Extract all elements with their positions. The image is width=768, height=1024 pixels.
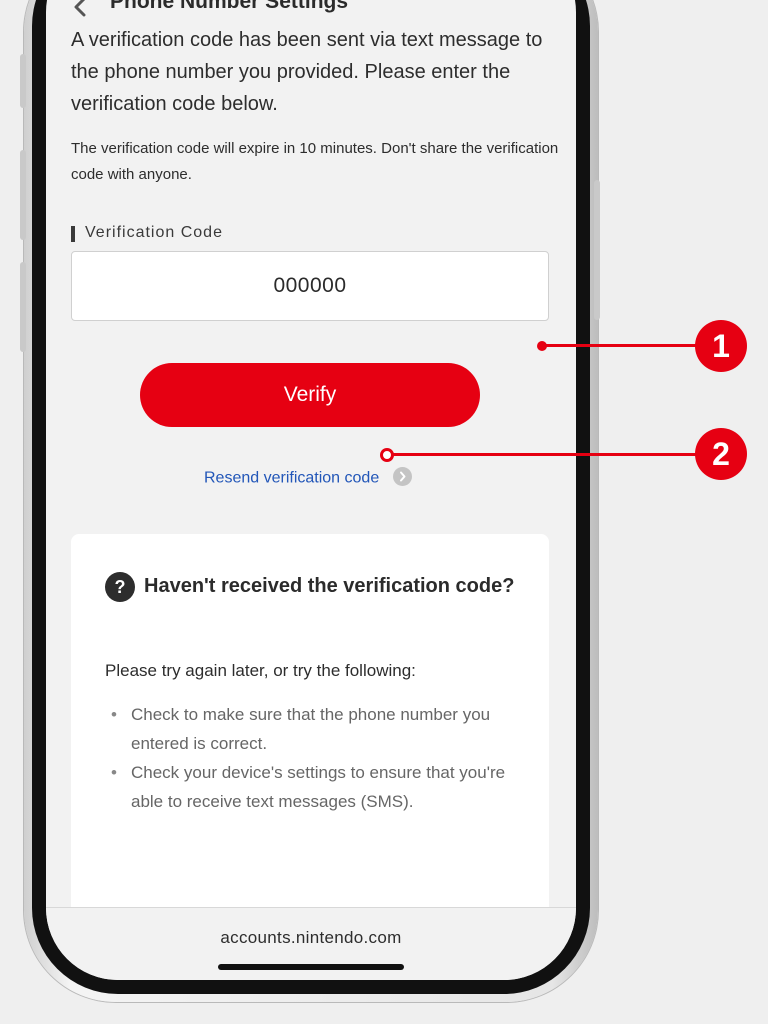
callout-1-badge: 1	[695, 320, 747, 372]
question-circle-icon: ?	[105, 572, 135, 602]
browser-bar: accounts.nintendo.com	[46, 907, 576, 980]
resend-link-label: Resend verification code	[204, 469, 380, 487]
help-title: Haven't received the verification code?	[144, 575, 515, 597]
help-intro: Please try again later, or try the follo…	[105, 661, 416, 680]
phone-power-button	[594, 180, 600, 320]
help-card: Haven't received the verification code? …	[71, 534, 549, 954]
url-text[interactable]: accounts.nintendo.com	[46, 928, 576, 948]
help-list-item: Check your device's settings to ensure t…	[105, 758, 525, 816]
verify-button[interactable]: Verify	[140, 363, 480, 427]
resend-link[interactable]: Resend verification code	[204, 467, 413, 488]
home-indicator	[218, 964, 404, 970]
page-title: Phone Number Settings	[110, 0, 349, 13]
verification-code-label: Verification Code	[71, 224, 223, 242]
help-list-item: Check to make sure that the phone number…	[105, 700, 525, 758]
phone-side-button	[20, 54, 26, 108]
callout-2-line	[389, 453, 703, 456]
phone-screen: Phone Number Settings A verification cod…	[46, 0, 576, 980]
chevron-right-circle-icon	[393, 467, 413, 486]
expiry-note: The verification code will expire in 10 …	[71, 140, 559, 183]
chevron-left-icon[interactable]	[70, 0, 92, 18]
phone-volume-up-button	[20, 150, 26, 240]
callout-1-dot	[537, 341, 547, 351]
intro-text: A verification code has been sent via te…	[71, 29, 543, 115]
callout-2-badge: 2	[695, 428, 747, 480]
verification-code-input[interactable]	[71, 251, 549, 321]
help-list: Check to make sure that the phone number…	[105, 700, 525, 816]
callout-1-line	[543, 344, 703, 347]
callout-2-ring	[380, 448, 394, 462]
phone-volume-down-button	[20, 262, 26, 352]
